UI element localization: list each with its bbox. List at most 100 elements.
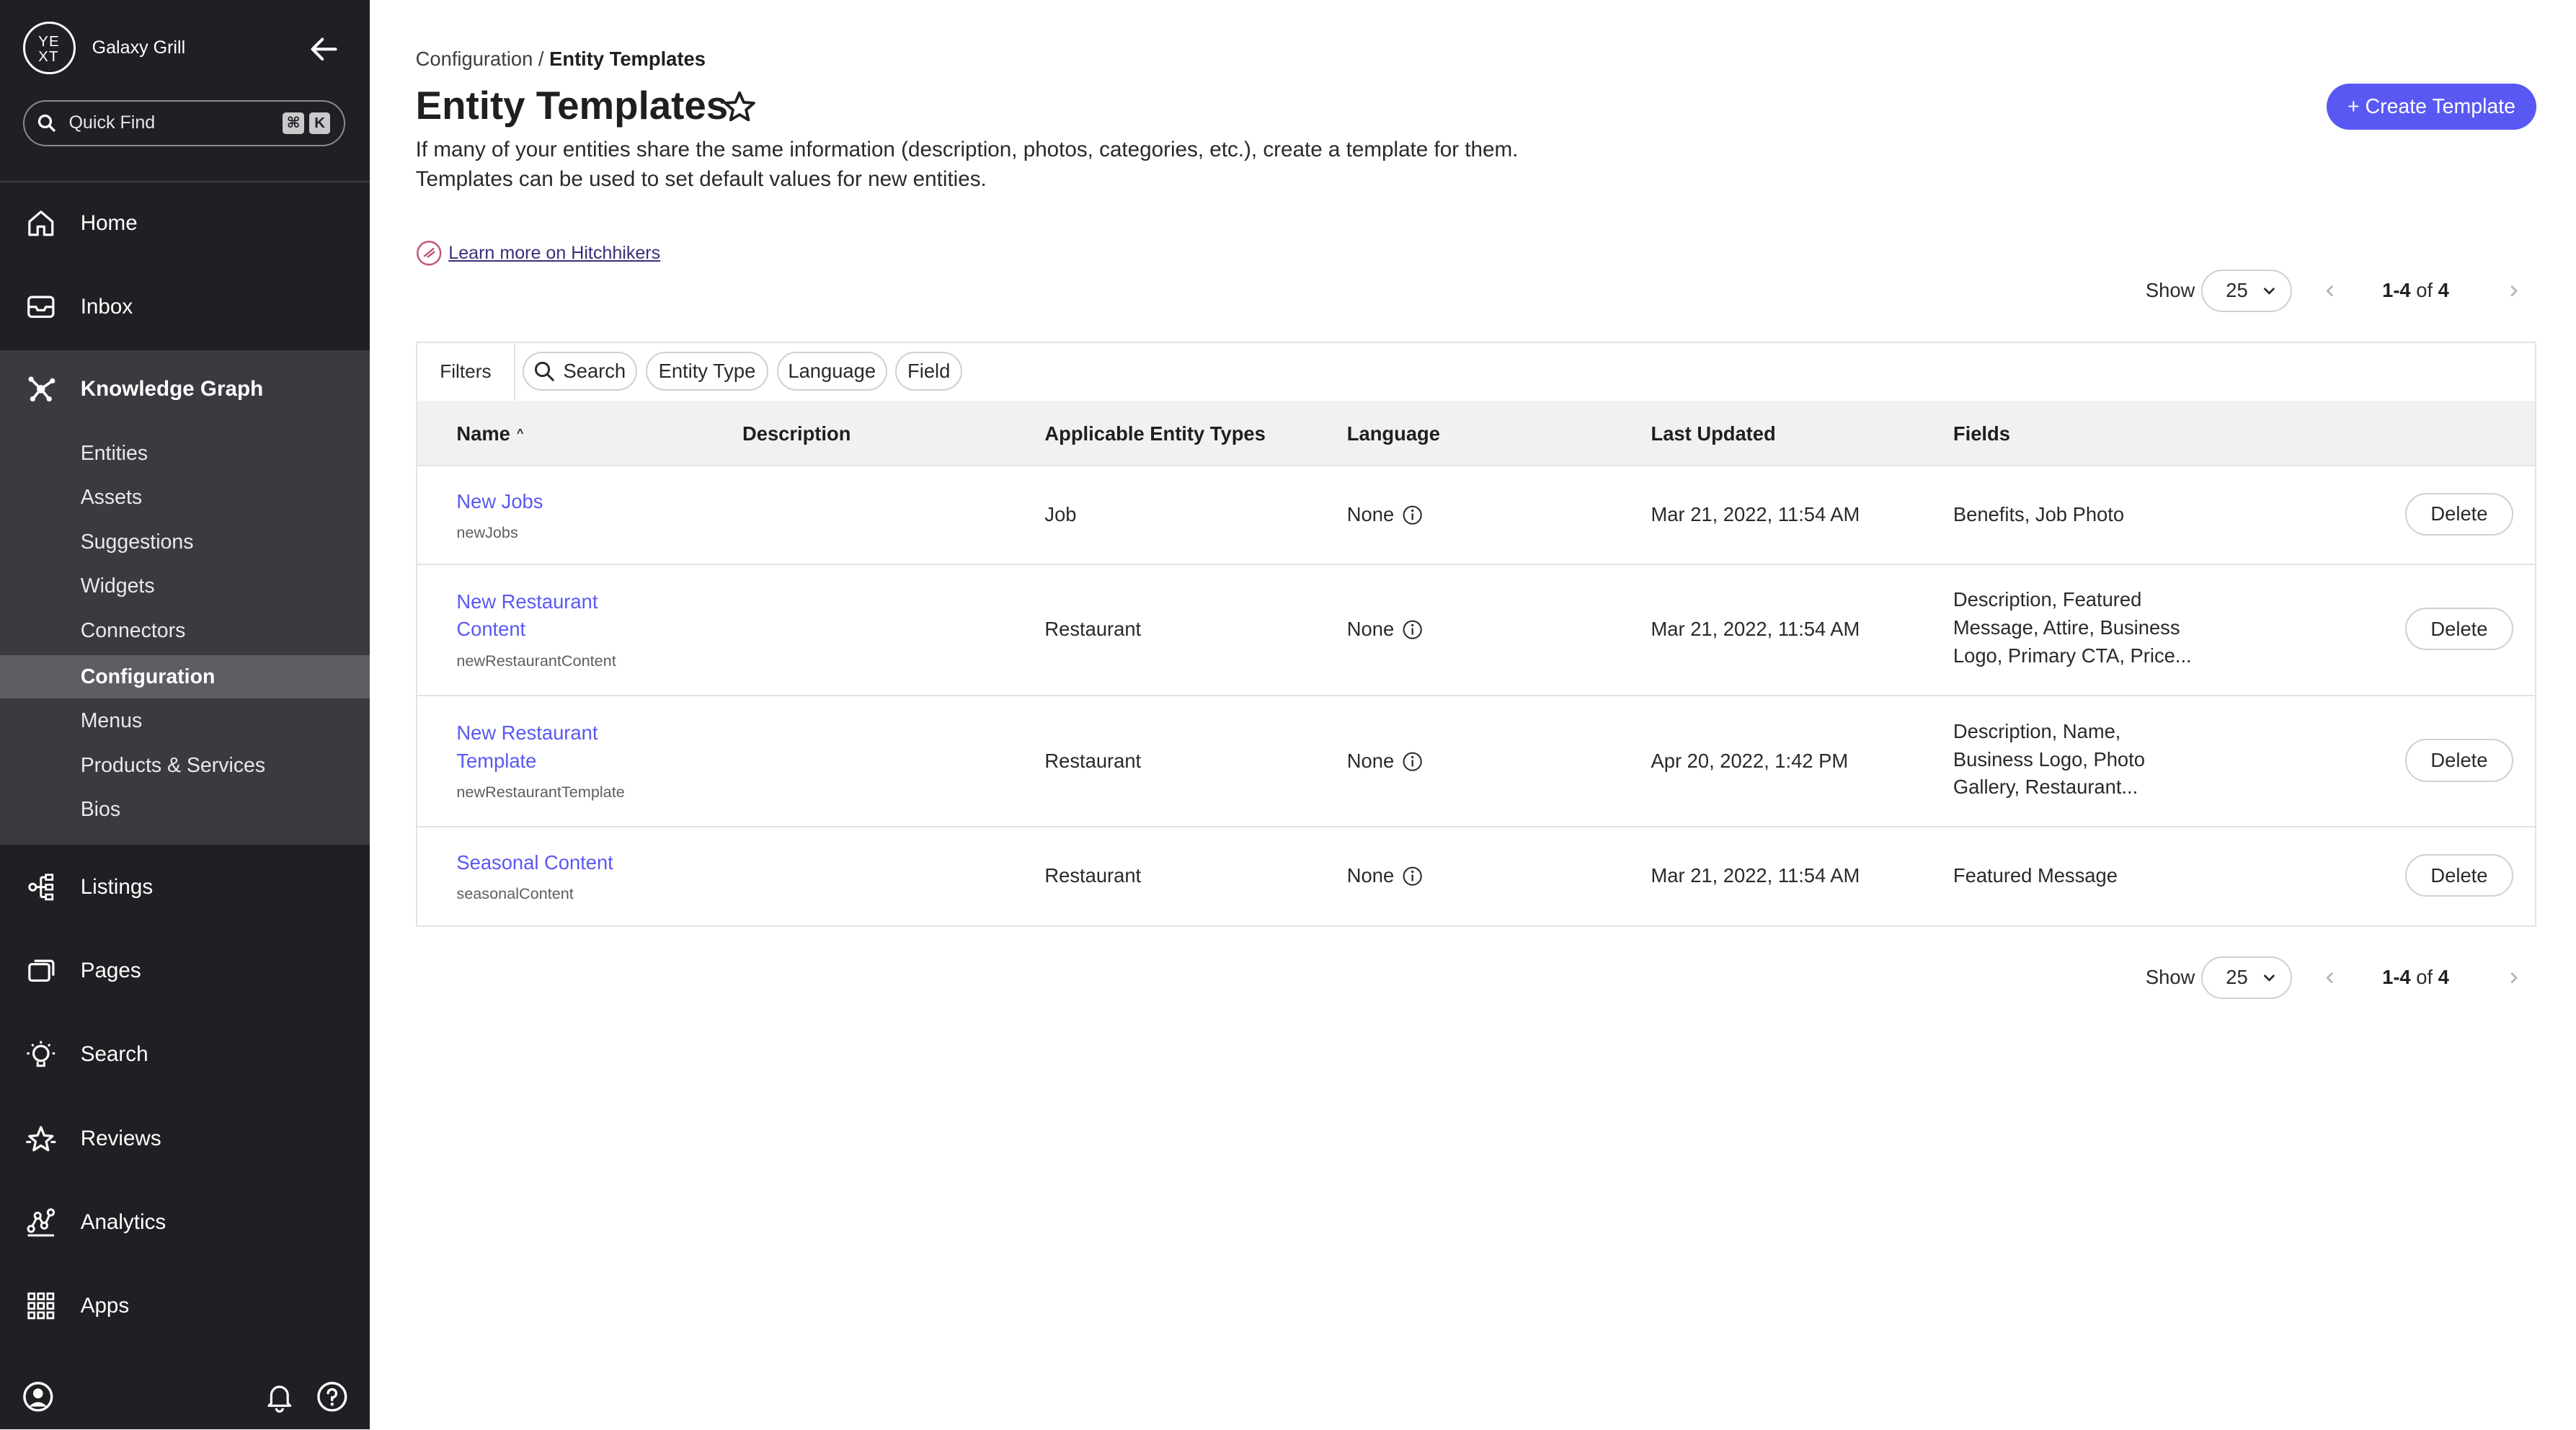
delete-button[interactable]: Delete bbox=[2404, 853, 2514, 897]
column-header-fields: Fields bbox=[1953, 422, 2010, 445]
info-icon[interactable] bbox=[1403, 866, 1422, 886]
sub-nav-suggestions[interactable]: Suggestions bbox=[0, 521, 370, 564]
description-line-2: Templates can be used to set default val… bbox=[415, 166, 987, 191]
sub-nav-assets[interactable]: Assets bbox=[0, 476, 370, 519]
info-icon[interactable] bbox=[1403, 505, 1422, 525]
templates-table: Filters Search Entity Type Language Fiel… bbox=[415, 342, 2537, 927]
knowledge-graph-section: Knowledge Graph Entities Assets Suggesti… bbox=[0, 350, 370, 845]
language-value: None bbox=[1346, 864, 1395, 887]
template-name-link[interactable]: New Restaurant Content bbox=[456, 588, 637, 644]
page-size-select[interactable]: 25 bbox=[2201, 956, 2292, 999]
nav-item-reviews[interactable]: Reviews bbox=[0, 1114, 370, 1163]
show-label: Show bbox=[2145, 279, 2195, 302]
previous-page-icon[interactable] bbox=[2320, 968, 2340, 987]
table-row: New Restaurant Template newRestaurantTem… bbox=[417, 695, 2536, 828]
page-size-value: 25 bbox=[2226, 966, 2248, 989]
nav-item-analytics[interactable]: Analytics bbox=[0, 1198, 370, 1247]
next-page-icon[interactable] bbox=[2504, 281, 2523, 301]
page-size-value: 25 bbox=[2226, 279, 2248, 302]
range-value: 1-4 bbox=[2382, 279, 2411, 302]
nav-item-inbox[interactable]: Inbox bbox=[0, 283, 370, 332]
language-cell: None bbox=[1347, 862, 1422, 890]
nav-item-pages[interactable]: Pages bbox=[0, 946, 370, 995]
user-avatar-icon[interactable] bbox=[22, 1380, 55, 1413]
nav-item-apps[interactable]: Apps bbox=[0, 1282, 370, 1331]
sub-nav-menus[interactable]: Menus bbox=[0, 700, 370, 742]
pages-icon bbox=[28, 959, 55, 982]
fields-cell: Description, Name, Business Logo, Photo … bbox=[1953, 719, 2145, 799]
sub-nav-label: Widgets bbox=[80, 574, 155, 598]
language-filter-chip[interactable]: Language bbox=[776, 351, 887, 391]
language-value: None bbox=[1346, 618, 1395, 641]
range-total: 4 bbox=[2438, 279, 2449, 302]
nav-label-analytics: Analytics bbox=[80, 1209, 166, 1234]
entity-type-filter-chip[interactable]: Entity Type bbox=[645, 351, 769, 391]
pagination-top: Show 25 1-4 of 4 bbox=[2145, 269, 2523, 313]
delete-button[interactable]: Delete bbox=[2404, 492, 2514, 536]
language-cell: None bbox=[1347, 616, 1422, 644]
previous-page-icon[interactable] bbox=[2320, 281, 2340, 301]
breadcrumb-parent[interactable]: Configuration bbox=[416, 48, 533, 70]
column-header-name[interactable]: Name ^ bbox=[456, 422, 523, 445]
next-page-icon[interactable] bbox=[2504, 968, 2523, 987]
sub-nav-products-services[interactable]: Products & Services bbox=[0, 745, 370, 787]
quick-find-input[interactable]: Quick Find ⌘ K bbox=[22, 100, 345, 146]
page-title: Entity Templates bbox=[415, 82, 729, 128]
notification-bell-icon[interactable] bbox=[263, 1380, 296, 1413]
nav-label-apps: Apps bbox=[80, 1294, 130, 1318]
template-api-name: newJobs bbox=[456, 523, 518, 541]
nav-item-knowledge-graph[interactable]: Knowledge Graph bbox=[0, 365, 370, 414]
sub-nav-label: Assets bbox=[80, 486, 143, 510]
sort-ascending-icon: ^ bbox=[516, 427, 524, 440]
reviews-star-icon bbox=[26, 1126, 56, 1152]
sub-nav-bios[interactable]: Bios bbox=[0, 789, 370, 831]
learn-more-link[interactable]: Learn more on Hitchhikers bbox=[448, 243, 660, 264]
nav-label-pages: Pages bbox=[80, 959, 141, 983]
sub-nav-configuration[interactable]: Configuration bbox=[0, 655, 370, 698]
brand[interactable]: YE XT Galaxy Grill bbox=[22, 21, 185, 74]
nav-label-reviews: Reviews bbox=[80, 1126, 161, 1150]
apps-grid-icon bbox=[27, 1292, 55, 1320]
sub-nav-label: Suggestions bbox=[80, 530, 194, 554]
listings-icon bbox=[28, 874, 54, 901]
collapse-sidebar-arrow-icon[interactable] bbox=[309, 36, 339, 62]
template-name-link[interactable]: New Restaurant Template bbox=[456, 719, 637, 776]
favorite-star-icon[interactable] bbox=[721, 89, 758, 125]
info-icon[interactable] bbox=[1403, 752, 1422, 771]
delete-button[interactable]: Delete bbox=[2404, 739, 2514, 782]
nav-label-search: Search bbox=[80, 1042, 148, 1067]
sub-nav-label: Menus bbox=[80, 709, 143, 733]
sidebar-divider bbox=[0, 180, 370, 182]
language-value: None bbox=[1346, 749, 1395, 772]
nav-item-home[interactable]: Home bbox=[0, 199, 370, 248]
name-cell: New Restaurant Content newRestaurantCont… bbox=[456, 588, 637, 675]
page-description: If many of your entities share the same … bbox=[416, 135, 1664, 194]
table-row: New Jobs newJobs Job None Mar 21, 2022, … bbox=[417, 465, 2536, 565]
template-name-link[interactable]: Seasonal Content bbox=[456, 849, 637, 877]
info-icon[interactable] bbox=[1403, 620, 1422, 639]
entity-types-cell: Restaurant bbox=[1044, 618, 1142, 641]
nav-item-listings[interactable]: Listings bbox=[0, 863, 370, 912]
sub-nav-entities[interactable]: Entities bbox=[0, 432, 370, 474]
delete-button[interactable]: Delete bbox=[2404, 608, 2514, 651]
range-value: 1-4 bbox=[2382, 966, 2411, 989]
nav-item-search[interactable]: Search bbox=[0, 1030, 370, 1079]
search-filter-chip[interactable]: Search bbox=[522, 351, 638, 391]
sub-nav-widgets[interactable]: Widgets bbox=[0, 565, 370, 608]
page-size-select[interactable]: 25 bbox=[2201, 269, 2292, 313]
sub-nav-label: Bios bbox=[80, 798, 121, 822]
entity-types-cell: Restaurant bbox=[1044, 749, 1142, 772]
help-question-icon[interactable] bbox=[316, 1380, 349, 1413]
page-range: 1-4 of 4 bbox=[2382, 966, 2449, 989]
entity-types-cell: Restaurant bbox=[1044, 864, 1142, 887]
language-cell: None bbox=[1347, 501, 1422, 529]
template-name-link[interactable]: New Jobs bbox=[456, 488, 637, 516]
column-header-entity-types: Applicable Entity Types bbox=[1044, 422, 1266, 445]
sub-nav-connectors[interactable]: Connectors bbox=[0, 610, 370, 652]
sub-nav-label: Products & Services bbox=[80, 753, 266, 777]
description-line-1: If many of your entities share the same … bbox=[415, 137, 1519, 161]
field-filter-chip[interactable]: Field bbox=[894, 351, 963, 391]
create-template-button[interactable]: + Create Template bbox=[2326, 84, 2537, 130]
last-updated-cell: Apr 20, 2022, 1:42 PM bbox=[1651, 749, 1849, 772]
nav-label-inbox: Inbox bbox=[80, 295, 133, 319]
